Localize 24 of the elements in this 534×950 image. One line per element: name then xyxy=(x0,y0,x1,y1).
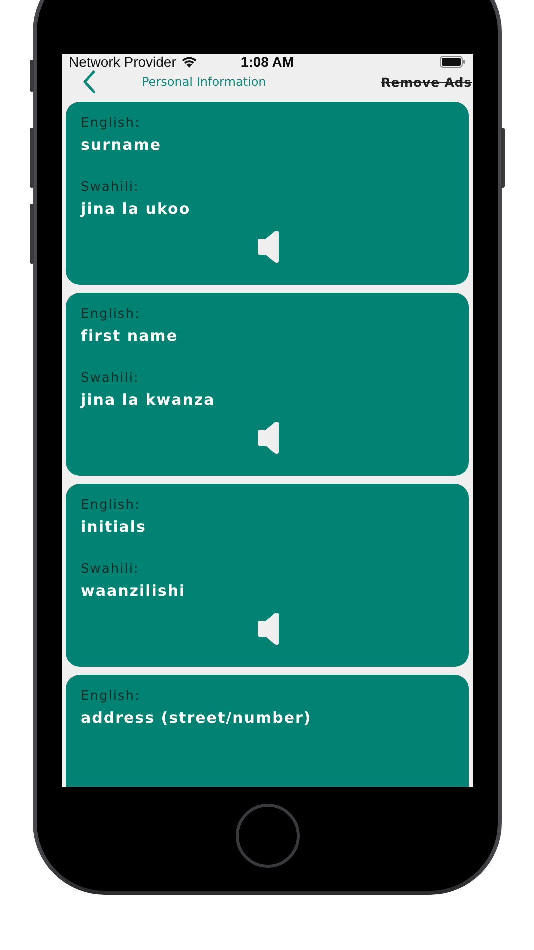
speaker-icon[interactable] xyxy=(256,421,280,455)
carrier-name: Network Provider xyxy=(69,54,176,70)
swahili-label: Swahili: xyxy=(81,180,140,195)
speaker-icon[interactable] xyxy=(256,612,280,646)
english-label: English: xyxy=(81,498,140,513)
swahili-text: jina la kwanza xyxy=(81,391,216,409)
status-time: 1:08 AM xyxy=(240,54,294,70)
battery-icon xyxy=(440,56,466,68)
swahili-label: Swahili: xyxy=(81,371,140,386)
wifi-icon xyxy=(181,56,198,68)
english-label: English: xyxy=(81,307,140,322)
english-label: English: xyxy=(81,689,140,704)
back-icon[interactable] xyxy=(82,70,96,94)
swahili-text: waanzilishi xyxy=(81,582,186,600)
remove-ads-link[interactable]: Remove Ads xyxy=(381,74,473,90)
english-text: first name xyxy=(81,327,178,345)
swahili-text: jina la ukoo xyxy=(81,200,191,218)
english-label: English: xyxy=(81,116,140,131)
page-title: Personal Information xyxy=(142,75,266,89)
swahili-label: Swahili: xyxy=(81,562,140,577)
english-text: surname xyxy=(81,136,162,154)
speaker-icon[interactable] xyxy=(256,230,280,264)
english-text: initials xyxy=(81,518,146,536)
english-text: address (street/number) xyxy=(81,709,312,727)
